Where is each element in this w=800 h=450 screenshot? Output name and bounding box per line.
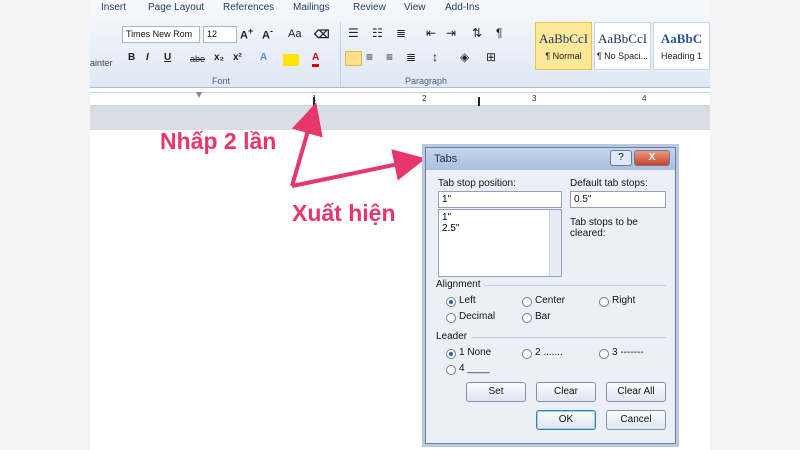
tab-stop-list[interactable]: 1" 2.5" xyxy=(438,209,562,277)
annotation-arrows xyxy=(290,102,426,188)
radio-leader-dots[interactable] xyxy=(522,349,532,359)
tabs-dialog: Tabs ? X Tab stop position: 1" 1" 2.5" D… xyxy=(425,147,676,444)
radio-leader-underline-label: 4 ____ xyxy=(459,363,490,374)
radio-bar[interactable] xyxy=(522,313,532,323)
radio-center[interactable] xyxy=(522,297,532,307)
cancel-button[interactable]: Cancel xyxy=(606,410,666,430)
section-divider xyxy=(484,285,666,286)
arrow-to-ruler xyxy=(290,102,323,187)
leader-label: Leader xyxy=(436,331,468,342)
radio-leader-none[interactable] xyxy=(446,349,456,359)
radio-leader-dashes-label: 3 ------- xyxy=(612,347,644,358)
radio-center-label: Center xyxy=(535,295,566,306)
list-item[interactable]: 2.5" xyxy=(442,223,558,234)
tab-stop-input[interactable]: 1" xyxy=(438,191,562,208)
radio-leader-dashes[interactable] xyxy=(599,349,609,359)
radio-leader-underline[interactable] xyxy=(446,365,456,375)
radio-left-label: Left xyxy=(459,295,476,306)
list-scrollbar[interactable] xyxy=(549,210,561,276)
radio-leader-none-label: 1 None xyxy=(459,347,492,358)
radio-right-label: Right xyxy=(612,295,636,306)
ok-button[interactable]: OK xyxy=(536,410,596,430)
list-item[interactable]: 1" xyxy=(442,212,558,223)
radio-right[interactable] xyxy=(599,297,609,307)
alignment-label: Alignment xyxy=(436,279,481,290)
clear-all-button[interactable]: Clear All xyxy=(606,382,666,402)
radio-decimal[interactable] xyxy=(446,313,456,323)
tab-stop-label: Tab stop position: xyxy=(438,178,516,189)
default-tab-input[interactable]: 0.5" xyxy=(570,191,666,208)
tab-stops-cleared-label: Tab stops to be cleared: xyxy=(570,217,638,239)
radio-left[interactable] xyxy=(446,297,456,307)
radio-bar-label: Bar xyxy=(535,311,551,322)
radio-decimal-label: Decimal xyxy=(459,311,496,322)
tutorial-screenshot: Insert Page Layout References Mailings R… xyxy=(0,0,800,450)
radio-leader-dots-label: 2 ....... xyxy=(535,347,563,358)
help-icon[interactable]: ? xyxy=(610,150,632,166)
clear-button[interactable]: Clear xyxy=(536,382,596,402)
section-divider xyxy=(472,337,666,338)
default-tab-label: Default tab stops: xyxy=(570,178,648,189)
set-button[interactable]: Set xyxy=(466,382,526,402)
arrow-to-dialog xyxy=(291,149,426,188)
close-icon[interactable]: X xyxy=(634,150,670,166)
